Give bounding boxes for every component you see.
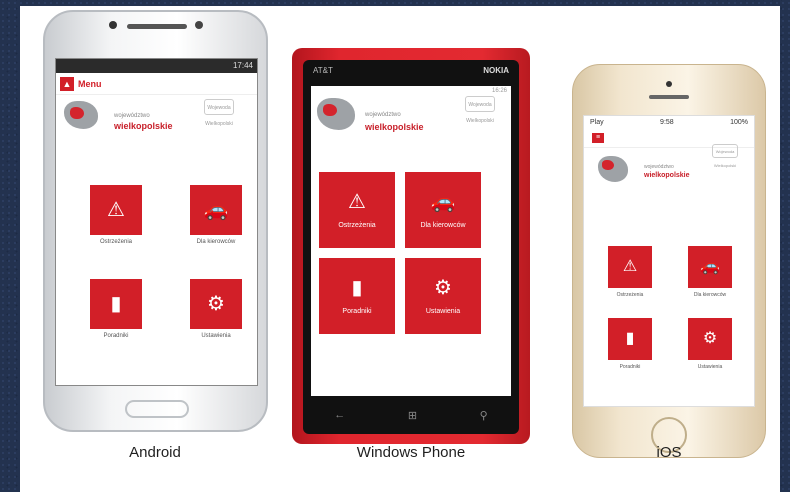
tile-label-drivers: Dla kierowców <box>420 221 466 229</box>
warning-icon: ⚠ <box>622 258 638 275</box>
gear-icon: ⚙ <box>702 330 718 347</box>
emblem-logo: Wojewoda Wielkopolski <box>712 144 738 168</box>
tile-guides[interactable]: ▮ <box>90 279 142 329</box>
tile-settings[interactable]: ⚙ <box>190 279 242 329</box>
search-icon[interactable]: ⚲ <box>480 409 488 422</box>
menu-icon[interactable]: ▲ <box>60 76 74 91</box>
back-icon[interactable]: ← <box>334 409 345 422</box>
app-bar-title: Menu <box>78 78 102 89</box>
tile-label-settings: Ustawienia <box>697 364 723 370</box>
tile-label-settings: Ustawienia <box>201 333 231 339</box>
ios-carrier: Play <box>590 119 604 126</box>
app-bar[interactable]: ▲ Menu <box>56 73 257 95</box>
region-map-icon <box>64 101 98 129</box>
region-header: województwo wielkopolskie Wojewoda Wielk… <box>584 144 754 198</box>
wp-brand: NOKIA <box>483 66 509 75</box>
tile-drivers[interactable]: 🚗 <box>688 246 732 288</box>
tile-label-warnings: Ostrzeżenia <box>338 221 376 229</box>
tile-settings[interactable]: ⚙ <box>688 318 732 360</box>
wp-top-bar: AT&T NOKIA <box>313 66 509 75</box>
region-map-icon <box>317 98 355 130</box>
region-small-label: województwo <box>365 112 401 118</box>
tile-guides[interactable]: ▮ Poradniki <box>319 258 395 334</box>
wp-screen: 16:26 województwo wielkopolskie Wojewoda… <box>311 86 511 396</box>
region-name-label: wielkopolskie <box>114 121 173 131</box>
tile-label-guides: Poradniki <box>342 307 372 315</box>
gear-icon: ⚙ <box>207 293 225 315</box>
car-icon: 🚗 <box>430 190 456 213</box>
wp-time: 16:26 <box>491 88 507 94</box>
windows-icon[interactable]: ⊞ <box>408 409 417 422</box>
region-name-label: wielkopolskie <box>365 122 424 132</box>
tile-label-guides: Poradniki <box>619 364 641 370</box>
front-camera <box>666 81 672 87</box>
region-header: województwo wielkopolskie Wojewoda Wielk… <box>311 96 511 146</box>
emblem-logo: Wojewoda Wielkopolski <box>204 99 234 127</box>
tile-label-settings: Ustawienia <box>425 307 461 315</box>
emblem-logo: Wojewoda Wielkopolski <box>465 96 495 124</box>
tile-label-drivers: Dla kierowców <box>693 292 727 298</box>
book-icon: ▮ <box>110 293 122 315</box>
ios-battery: 100% <box>730 119 748 126</box>
region-name-label: wielkopolskie <box>644 172 690 179</box>
android-phone: 17:44 ▲ Menu województwo wielkopolskie W… <box>43 10 268 432</box>
status-time: 17:44 <box>232 61 253 70</box>
android-screen: 17:44 ▲ Menu województwo wielkopolskie W… <box>55 58 258 386</box>
tile-warnings[interactable]: ⚠ <box>90 185 142 235</box>
tile-drivers[interactable]: 🚗 Dla kierowców <box>405 172 481 248</box>
tile-label-warnings: Ostrzeżenia <box>99 239 132 245</box>
caption-windows-phone: Windows Phone <box>356 444 466 461</box>
tile-warnings[interactable]: ⚠ <box>608 246 652 288</box>
region-header: województwo wielkopolskie Wojewoda Wielk… <box>56 95 257 145</box>
status-bar: 17:44 <box>56 59 257 73</box>
status-bar: Play 9:58 100% <box>584 116 754 129</box>
iphone: Play 9:58 100% ≡ województwo wielkopolsk… <box>572 64 766 458</box>
tile-label-warnings: Ostrzeżenia <box>616 292 644 298</box>
wp-nav-bar: ← ⊞ ⚲ <box>303 409 519 422</box>
region-small-label: województwo <box>644 164 674 170</box>
front-camera <box>109 21 117 29</box>
earpiece <box>649 95 689 99</box>
tile-settings[interactable]: ⚙ Ustawienia <box>405 258 481 334</box>
book-icon: ▮ <box>351 276 363 299</box>
book-icon: ▮ <box>625 330 635 347</box>
menu-icon[interactable]: ≡ <box>592 133 604 143</box>
gear-icon: ⚙ <box>434 276 452 299</box>
tile-guides[interactable]: ▮ <box>608 318 652 360</box>
car-icon: 🚗 <box>203 199 229 221</box>
caption-android: Android <box>129 444 181 461</box>
ios-screen: Play 9:58 100% ≡ województwo wielkopolsk… <box>583 115 755 407</box>
warning-icon: ⚠ <box>107 199 125 221</box>
region-small-label: województwo <box>114 113 150 119</box>
tile-drivers[interactable]: 🚗 <box>190 185 242 235</box>
android-home-button[interactable] <box>125 400 189 418</box>
car-icon: 🚗 <box>700 258 720 275</box>
tile-warnings[interactable]: ⚠ Ostrzeżenia <box>319 172 395 248</box>
wp-bezel: AT&T NOKIA 16:26 województwo wielkopolsk… <box>303 60 519 434</box>
caption-ios: iOS <box>656 444 682 461</box>
region-map-icon <box>598 156 628 182</box>
tile-label-drivers: Dla kierowców <box>196 239 236 245</box>
ios-time: 9:58 <box>660 119 674 126</box>
warning-icon: ⚠ <box>348 190 366 213</box>
wp-carrier: AT&T <box>313 66 333 75</box>
sensor <box>195 21 203 29</box>
earpiece <box>127 24 187 29</box>
tile-label-guides: Poradniki <box>103 333 129 339</box>
windows-phone: AT&T NOKIA 16:26 województwo wielkopolsk… <box>292 48 530 444</box>
